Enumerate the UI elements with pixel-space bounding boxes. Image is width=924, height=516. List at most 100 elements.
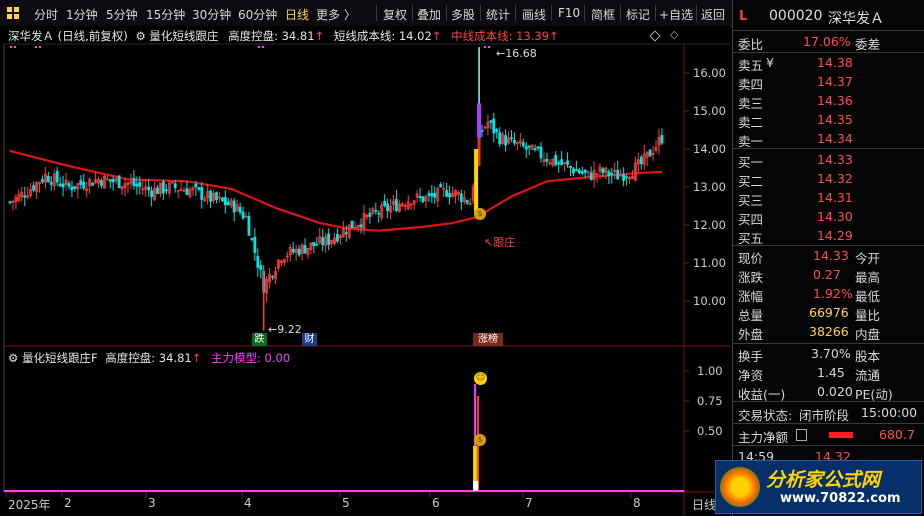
sub-indicator-name[interactable]: 量化短线跟庄F	[22, 351, 98, 365]
candle-body	[312, 242, 316, 247]
top-marker-dot	[39, 46, 41, 48]
candle-body	[117, 175, 121, 189]
fuquan-button[interactable]: 复权	[383, 6, 407, 23]
candle-body	[583, 169, 587, 173]
buy-price: 14.31	[817, 190, 853, 205]
sell-price: 14.36	[817, 93, 853, 108]
level-badge: L	[739, 9, 748, 24]
candle-body	[241, 211, 245, 219]
period-tab-1min[interactable]: 1分钟	[66, 6, 98, 23]
mark-button[interactable]: 标记	[626, 6, 650, 23]
candle-body	[607, 171, 611, 177]
f10-button[interactable]: F10	[558, 6, 580, 20]
candle-body	[327, 233, 331, 245]
candle-body	[132, 178, 136, 187]
chart-area[interactable]: 深华发Ａ (日线,前复权) ⚙ 量化短线跟庄 高度控盘: 34.81↑ 短线成本…	[0, 26, 730, 516]
gear-icon[interactable]: ⚙	[8, 351, 18, 365]
candle-body	[489, 120, 493, 123]
watermark-banner: 分析家公式网 www.70822.com	[715, 460, 922, 514]
sub-axis-label: 1.00	[697, 364, 723, 378]
simple-frame-button[interactable]: 简框	[591, 6, 615, 23]
candle-body	[247, 215, 251, 236]
candle-body	[253, 236, 257, 253]
candle-body	[577, 169, 581, 174]
date-axis-label: 8	[633, 496, 641, 510]
candle-body	[111, 178, 115, 183]
candle-body	[164, 189, 168, 192]
money-bag-icon: $	[474, 434, 486, 446]
candle-body	[616, 169, 620, 180]
candle-body	[610, 172, 614, 176]
top-marker-dot	[484, 46, 486, 48]
yen-icon: ¥	[766, 55, 774, 70]
candle-body	[297, 248, 301, 256]
event-badge-die[interactable]: 跌	[252, 333, 267, 346]
candle-body	[648, 149, 652, 157]
period-tab-5min[interactable]: 5分钟	[106, 6, 138, 23]
event-badge-cai[interactable]: 财	[302, 333, 317, 346]
period-tab-daily[interactable]: 日线	[285, 6, 309, 23]
sell-price: 14.34	[817, 131, 853, 146]
draw-line-button[interactable]: 画线	[522, 6, 546, 23]
candle-body	[321, 237, 325, 246]
candle-body	[344, 232, 348, 235]
sell-price: 14.35	[817, 112, 853, 127]
finance-value: 0.020	[817, 384, 853, 399]
candle-body	[445, 190, 449, 197]
top-marker-dot	[10, 46, 12, 48]
overlay-button[interactable]: 叠加	[417, 6, 441, 23]
candle-body	[374, 209, 378, 212]
candle-body	[572, 168, 575, 174]
net-flow-bar	[829, 432, 853, 438]
stats-button[interactable]: 统计	[486, 6, 510, 23]
period-tab-fenshi[interactable]: 分时	[34, 6, 58, 23]
high-price-marker: ←16.68	[496, 47, 537, 60]
candle-body	[498, 132, 502, 145]
candle-body	[156, 187, 159, 195]
kline-chart[interactable]	[0, 26, 730, 516]
candle-body	[161, 181, 165, 194]
candle-body	[23, 195, 27, 198]
list-icon[interactable]	[796, 429, 807, 441]
price-axis-label: 14.00	[693, 142, 726, 156]
candle-body	[185, 188, 189, 196]
candle-body	[200, 187, 204, 200]
low-price-marker: ←9.22	[268, 323, 302, 336]
candle-body	[536, 146, 540, 149]
candle-body	[560, 159, 564, 165]
candle-body	[55, 170, 59, 183]
sub-height-label: 高度控盘: 34.81	[105, 351, 192, 365]
back-button[interactable]: 返回	[701, 6, 725, 23]
candle-body	[108, 179, 112, 182]
date-axis-label: 7	[525, 496, 533, 510]
candle-body	[58, 183, 62, 187]
candle-body	[521, 142, 525, 147]
candle-body	[238, 206, 242, 213]
multi-stock-button[interactable]: 多股	[451, 6, 475, 23]
candle-body	[566, 160, 569, 165]
period-tab-15min[interactable]: 15分钟	[146, 6, 185, 23]
candle-body	[554, 154, 558, 166]
grid-icon[interactable]	[7, 7, 19, 19]
candle-body	[513, 139, 516, 144]
add-watchlist-button[interactable]: +自选	[659, 6, 693, 23]
period-tab-more[interactable]: 更多 〉	[316, 6, 356, 23]
candle-body	[91, 182, 94, 186]
candle-body	[41, 179, 44, 183]
finance-row: 换手 3.70% 股本	[733, 344, 924, 364]
sell-price: 14.37	[817, 74, 853, 89]
stat-value: 1.92%	[813, 286, 853, 301]
event-badge-zhangting[interactable]: 涨榜	[473, 333, 503, 346]
stat-value: 0.27	[813, 267, 841, 282]
sell-price: 14.38	[817, 55, 853, 70]
period-tab-60min[interactable]: 60分钟	[238, 6, 277, 23]
period-tab-30min[interactable]: 30分钟	[192, 6, 231, 23]
candle-body	[377, 212, 381, 215]
price-axis-label: 13.00	[693, 180, 726, 194]
candle-body	[421, 196, 425, 203]
candle-body	[639, 156, 643, 165]
stat-row: 总量 66976 量比	[733, 303, 924, 323]
quote-panel: L 000020 深华发Ａ 委比 17.06% 委差 卖五 14.38 ¥ 卖四 14.…	[715, 0, 924, 516]
finance-value: 1.45	[817, 365, 845, 380]
candle-body	[430, 193, 434, 197]
